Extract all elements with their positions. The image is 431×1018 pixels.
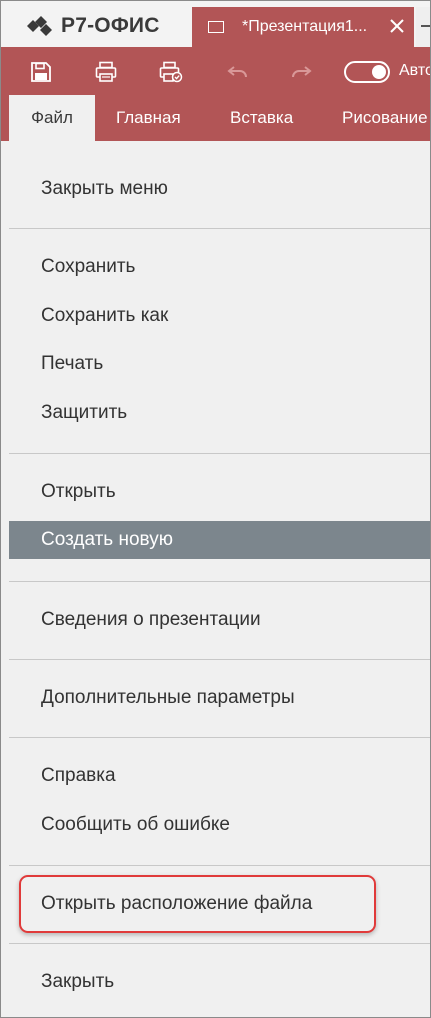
autosave-toggle[interactable] <box>344 61 390 83</box>
menu-close[interactable]: Закрыть <box>9 963 430 1001</box>
menu-protect[interactable]: Защитить <box>9 394 430 432</box>
tab-file[interactable]: Файл <box>9 95 95 141</box>
menu-separator <box>9 228 430 229</box>
redo-icon[interactable] <box>289 60 313 84</box>
quick-print-icon[interactable] <box>159 60 183 84</box>
logo-icon <box>27 16 52 36</box>
presentation-icon <box>208 21 224 33</box>
print-icon[interactable] <box>94 60 118 84</box>
menu-save[interactable]: Сохранить <box>9 248 430 286</box>
save-icon[interactable] <box>29 60 53 84</box>
tab-insert[interactable]: Вставка <box>230 95 293 141</box>
app-logo: Р7-ОФИС <box>27 13 160 39</box>
menu-close-menu[interactable]: Закрыть меню <box>9 170 430 208</box>
menu-separator <box>9 659 430 660</box>
menu-separator <box>9 581 430 582</box>
menu-presentation-info[interactable]: Сведения о презентации <box>9 601 430 639</box>
menu-create-new[interactable]: Создать новую <box>9 521 430 559</box>
title-bar: Р7-ОФИС *Презентация1... <box>1 1 430 47</box>
menu-report-bug[interactable]: Сообщить об ошибке <box>9 806 430 844</box>
autosave-label: Автосохранение <box>399 62 430 79</box>
menu-print[interactable]: Печать <box>9 345 430 383</box>
toggle-knob <box>372 65 386 79</box>
menu-open[interactable]: Открыть <box>9 473 430 511</box>
close-icon[interactable] <box>388 17 406 35</box>
highlight-annotation <box>19 875 376 933</box>
app-window: Р7-ОФИС *Презентация1... Авт Файл Главна… <box>0 0 431 1018</box>
ribbon-tabs: Файл Главная Вставка Рисование <box>1 95 430 141</box>
undo-icon[interactable] <box>226 60 250 84</box>
menu-help[interactable]: Справка <box>9 757 430 795</box>
menu-separator <box>9 943 430 944</box>
quick-access-toolbar: Автосохранение <box>1 47 430 95</box>
menu-save-as[interactable]: Сохранить как <box>9 297 430 335</box>
logo-text: Р7-ОФИС <box>61 14 160 37</box>
minimize-icon <box>421 25 430 27</box>
menu-separator <box>9 453 430 454</box>
menu-separator <box>9 737 430 738</box>
tab-home[interactable]: Главная <box>116 95 181 141</box>
tab-draw[interactable]: Рисование <box>342 95 428 141</box>
minimize-button[interactable] <box>416 7 430 47</box>
document-tab[interactable]: *Презентация1... <box>192 7 414 47</box>
menu-separator <box>9 865 430 866</box>
document-tab-title: *Презентация1... <box>242 18 368 35</box>
menu-advanced-settings[interactable]: Дополнительные параметры <box>9 679 430 717</box>
